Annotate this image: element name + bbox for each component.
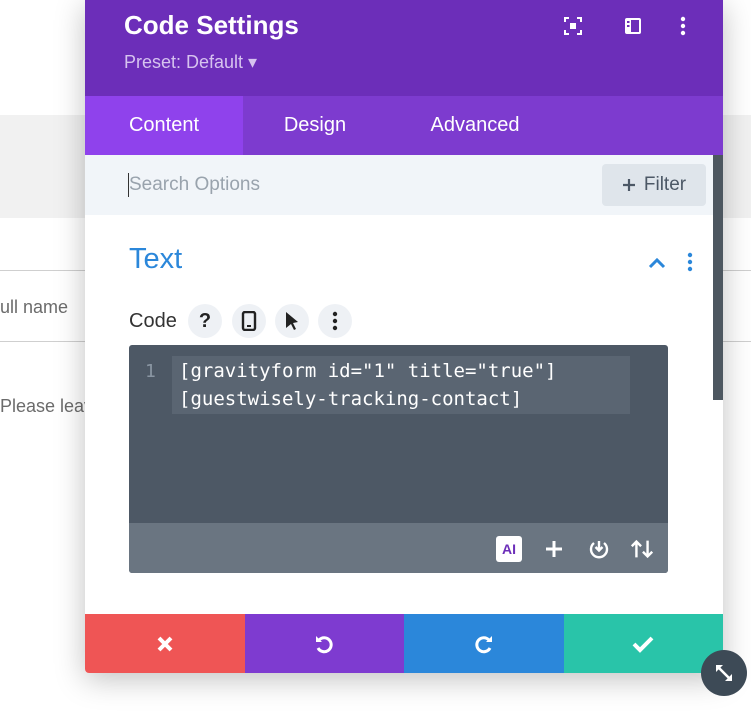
undo-button[interactable]	[244, 614, 404, 673]
more-vertical-icon[interactable]	[671, 14, 695, 38]
tab-advanced[interactable]: Advanced	[405, 96, 545, 155]
section-more-icon[interactable]	[679, 251, 701, 275]
code-field-label: Code	[129, 310, 177, 332]
tab-design[interactable]: Design	[263, 96, 367, 155]
mobile-icon[interactable]	[232, 304, 266, 338]
modal-footer	[85, 614, 723, 673]
line-number: 1	[145, 361, 156, 382]
resize-icon	[716, 665, 732, 681]
editor-toolbar: AI	[129, 523, 668, 573]
section-title[interactable]: Text	[129, 243, 182, 276]
chevron-up-icon[interactable]	[645, 251, 669, 275]
field-more-icon[interactable]	[318, 304, 352, 338]
undo-icon	[316, 635, 333, 653]
code-editor[interactable]: 1 [gravityform id="1" title="true"] [gue…	[129, 345, 668, 573]
split-view-icon[interactable]	[621, 14, 645, 38]
help-label: ?	[198, 309, 212, 332]
search-bar: Filter	[85, 155, 713, 215]
add-icon[interactable]	[541, 536, 567, 562]
discard-button[interactable]	[85, 614, 245, 673]
check-icon	[632, 636, 654, 653]
background-full-name-label: ull name	[0, 297, 69, 317]
tab-content[interactable]: Content	[85, 96, 243, 155]
background-message-text: Please leav	[0, 396, 94, 416]
close-icon	[157, 636, 173, 651]
redo-button[interactable]	[404, 614, 564, 673]
dynamic-content-icon[interactable]	[586, 536, 612, 562]
modal-title: Code Settings	[124, 10, 299, 40]
modal-header: Code Settings Preset: Default ▾	[85, 0, 723, 96]
code-line[interactable]: [gravityform id="1" title="true"]	[179, 360, 557, 382]
code-settings-modal: Code Settings Preset: Default ▾ Content …	[85, 0, 723, 673]
code-line[interactable]: [guestwisely-tracking-contact]	[179, 388, 522, 410]
pointer-icon[interactable]	[275, 304, 309, 338]
filter-button[interactable]: Filter	[602, 164, 706, 206]
filter-label: Filter	[643, 174, 687, 195]
redo-icon	[475, 635, 492, 653]
plus-icon	[622, 179, 635, 191]
settings-tabs: Content Design Advanced	[85, 96, 723, 155]
help-icon[interactable]: ?	[188, 304, 222, 338]
text-caret	[128, 173, 129, 197]
ai-icon[interactable]: AI	[496, 536, 522, 562]
save-button[interactable]	[563, 614, 723, 673]
scrollbar[interactable]	[713, 155, 723, 400]
resize-handle[interactable]	[701, 650, 747, 696]
preset-dropdown[interactable]: Preset: Default ▾	[124, 52, 257, 73]
sort-icon[interactable]	[629, 536, 655, 562]
search-input[interactable]	[129, 169, 549, 201]
focus-icon[interactable]	[561, 14, 585, 38]
